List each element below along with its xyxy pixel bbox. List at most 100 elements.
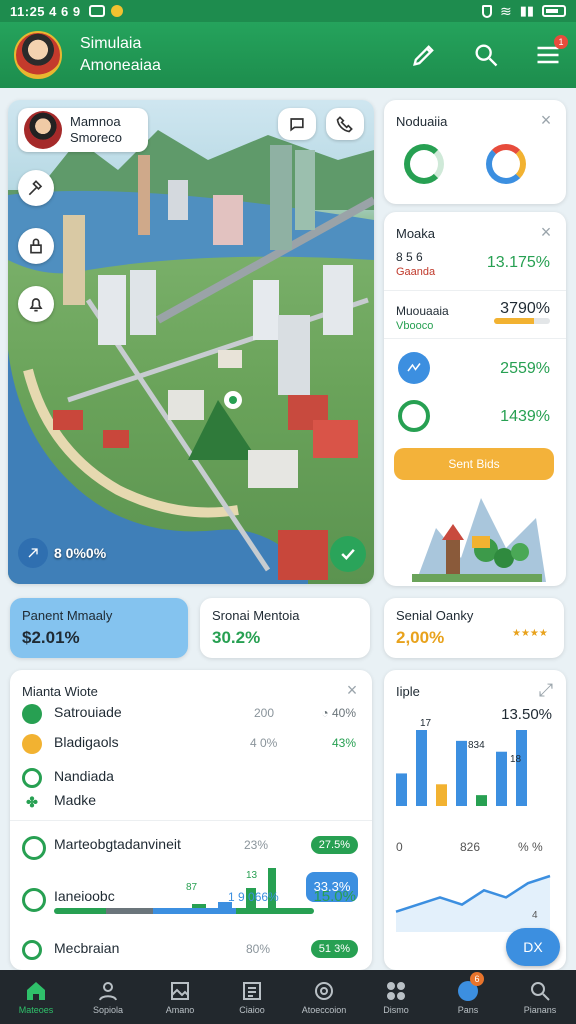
- list-row-pill[interactable]: 27.5%: [310, 836, 358, 854]
- app-title: Simulaia Amoneaiaa: [80, 33, 161, 77]
- axis-left-label: 0: [396, 840, 403, 854]
- fab-button[interactable]: DX: [506, 928, 560, 966]
- search-button[interactable]: [472, 41, 500, 69]
- profile-avatar[interactable]: [14, 31, 62, 79]
- nav-label: Mateoes: [18, 1005, 54, 1015]
- segmented-progress: [54, 908, 314, 914]
- bar-chart: [395, 730, 551, 932]
- summary-2-value: 30.2%: [212, 628, 261, 647]
- nav-item-people[interactable]: Sopiola: [72, 970, 144, 1024]
- nav-item-search[interactable]: Pianans: [504, 970, 576, 1024]
- pencil-icon: [413, 45, 434, 66]
- compass-icon: [18, 538, 48, 568]
- nav-item-more[interactable]: Dismo: [360, 970, 432, 1024]
- line-tick-label: 4: [532, 910, 538, 921]
- list-card: Mianta Wiote × Satrouiade 200 ◔ 40% Blad…: [10, 670, 372, 970]
- segment: [152, 908, 236, 914]
- battery-icon: [542, 5, 566, 17]
- recycle-icon: [22, 836, 46, 860]
- nav-item-gallery[interactable]: Amano: [144, 970, 216, 1024]
- map-profile-chip[interactable]: Mamnoa Smoreco: [18, 108, 148, 152]
- summary-1-value: $2.01%: [22, 628, 80, 647]
- nav-label: Sopiola: [92, 1005, 124, 1015]
- stat-row2-sub: Vbooco: [396, 320, 434, 332]
- refresh-ring-icon[interactable]: [404, 144, 444, 184]
- nav-label: Pianans: [523, 1005, 557, 1015]
- home-icon: [27, 982, 45, 1000]
- map-tool-build[interactable]: [18, 170, 54, 206]
- menu-button[interactable]: 1: [534, 35, 568, 69]
- bar-label-1: 17: [420, 718, 432, 729]
- close-icon[interactable]: ×: [538, 111, 554, 129]
- segment: [54, 908, 106, 914]
- map-status-value: 8 0%0%: [54, 545, 107, 561]
- nav-item-target[interactable]: Atoeccoion: [288, 970, 360, 1024]
- list-row-mid: 4 0%: [250, 736, 278, 750]
- chart-bar: [456, 740, 467, 806]
- status-time: 11:25 4 6 9: [10, 3, 81, 19]
- app-bar: Simulaia Amoneaiaa 1: [0, 22, 576, 88]
- map-status-badge: 8 0%0%: [18, 538, 106, 568]
- cycle-icon[interactable]: [398, 400, 430, 432]
- stat-row1-sub: Gaanda: [396, 266, 436, 278]
- list-row-pill[interactable]: 51 3%: [310, 940, 358, 958]
- person-icon: [99, 982, 117, 1001]
- city-map-card[interactable]: Mamnoa Smoreco 8 0%0%: [8, 100, 374, 584]
- close-icon[interactable]: ×: [344, 681, 360, 699]
- progress-fill: [494, 318, 535, 324]
- nav-item-globe[interactable]: 6 Pans: [432, 970, 504, 1024]
- wifi-icon: ≋: [499, 2, 512, 19]
- list-row-mid: 23%: [244, 838, 269, 852]
- map-chat-button[interactable]: [278, 108, 316, 140]
- chart-bar: [396, 773, 407, 806]
- dots-icon: [387, 982, 405, 1000]
- nav-item-list[interactable]: Ciaioo: [216, 970, 288, 1024]
- divider: [384, 338, 566, 339]
- list-row-label: Ianeioobc: [54, 888, 115, 904]
- map-tool-lock[interactable]: [18, 228, 54, 264]
- send-bids-button[interactable]: Sent Bids: [394, 448, 554, 480]
- nav-badge: 6: [470, 972, 484, 986]
- chart-bar: [516, 730, 527, 806]
- stat-row2-title: Muouaaia: [396, 304, 449, 318]
- modules-title: Noduaiia: [396, 114, 448, 129]
- star-rating: ★★★★: [512, 628, 548, 639]
- chart-bar: [476, 795, 487, 806]
- picture-icon: [171, 982, 189, 1000]
- close-icon[interactable]: ×: [538, 223, 554, 241]
- list-row-label2: Madke: [54, 792, 97, 808]
- list-row-right: 43%: [331, 736, 356, 750]
- search-icon: [531, 982, 550, 1001]
- axis-mid-label: 826: [460, 840, 481, 854]
- summary-card-2[interactable]: Sronai Mentoia 30.2%: [200, 598, 370, 658]
- status-bar: 11:25 4 6 9 ≋ ▮▮: [0, 0, 576, 22]
- chart-bar: [416, 730, 427, 806]
- list-row-label: Mecbraian: [54, 940, 120, 956]
- coin-icon: [22, 734, 42, 754]
- summary-card-3[interactable]: Senial Oanky 2,00% ★★★★: [384, 598, 564, 658]
- donut-ring-icon[interactable]: [486, 144, 526, 184]
- map-call-button[interactable]: [326, 108, 364, 140]
- map-confirm-button[interactable]: [330, 536, 366, 572]
- shuffle-icon[interactable]: [398, 352, 430, 384]
- nav-label: Dismo: [383, 1005, 409, 1015]
- chevron-left-icon: [22, 940, 42, 960]
- map-tool-bell[interactable]: [18, 286, 54, 322]
- map-profile-line2: Smoreco: [70, 130, 123, 145]
- nav-item-home[interactable]: Mateoes: [0, 970, 72, 1024]
- edit-button[interactable]: [410, 41, 438, 69]
- nav-label: Atoeccoion: [301, 1005, 347, 1015]
- leaf-icon: [22, 704, 42, 724]
- divider: [10, 820, 372, 821]
- app-title-line2: Amoneaiaa: [80, 57, 161, 74]
- stat-row2-progress: [494, 318, 550, 324]
- message-icon: [88, 5, 105, 17]
- chart-bar: [436, 784, 447, 806]
- bottom-nav: Mateoes Sopiola Amano Ciaioo Atoeccoion …: [0, 970, 576, 1024]
- stats-card: Moaka × 8 5 6 Gaanda 13.175% Muouaaia Vb…: [384, 212, 566, 586]
- list-icon: [243, 982, 261, 1000]
- summary-card-1[interactable]: Panent Mmaaly $2.01%: [10, 598, 188, 658]
- cluster-icon: ✤: [22, 792, 42, 812]
- map-profile-line1: Mamnoa: [70, 114, 121, 129]
- chart-bar: [496, 751, 507, 806]
